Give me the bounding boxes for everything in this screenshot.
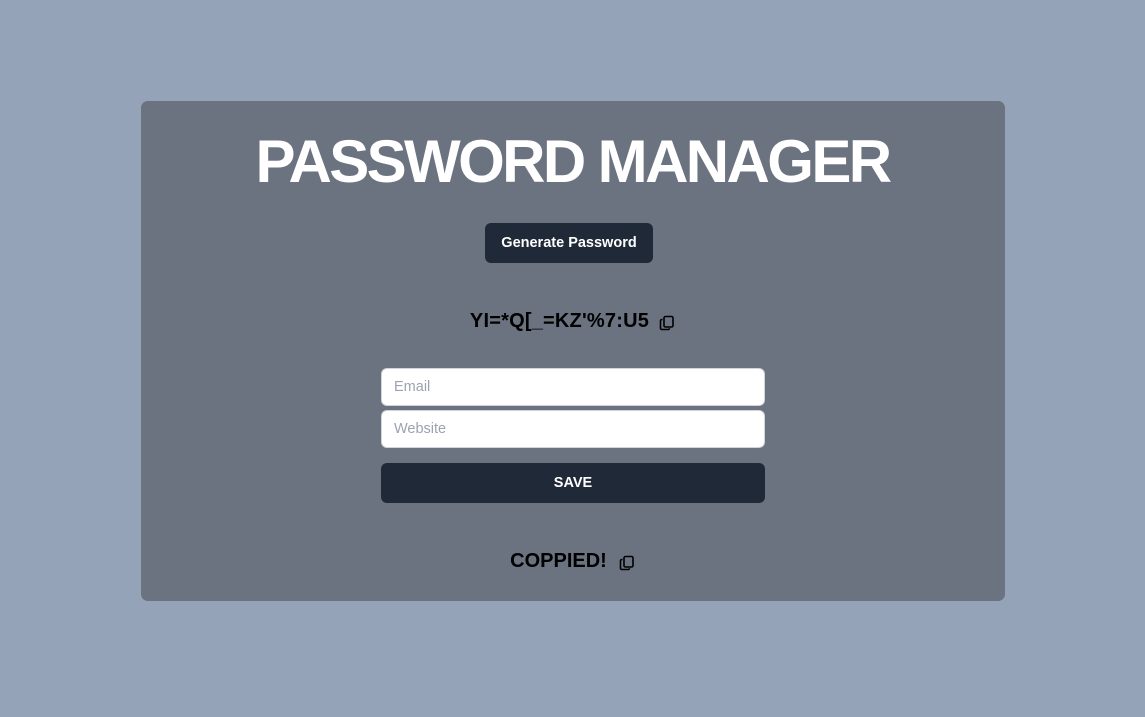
copied-status-row: COPPIED!: [0, 546, 1145, 576]
generated-password-text: YI=*Q[_=KZ'%7:U5: [469, 309, 650, 332]
generated-password-row: YI=*Q[_=KZ'%7:U5: [0, 306, 1145, 336]
copy-status-icon[interactable]: [619, 555, 635, 571]
page: PASSWORD MANAGER Generate Password YI=*Q…: [0, 0, 1145, 717]
website-field[interactable]: [381, 410, 765, 448]
email-field[interactable]: [381, 368, 765, 406]
save-button[interactable]: SAVE: [381, 463, 765, 503]
generate-password-button[interactable]: Generate Password: [485, 223, 653, 263]
copy-icon[interactable]: [659, 315, 675, 331]
copied-status-text: COPPIED!: [510, 549, 607, 572]
page-title: PASSWORD MANAGER: [255, 128, 893, 195]
